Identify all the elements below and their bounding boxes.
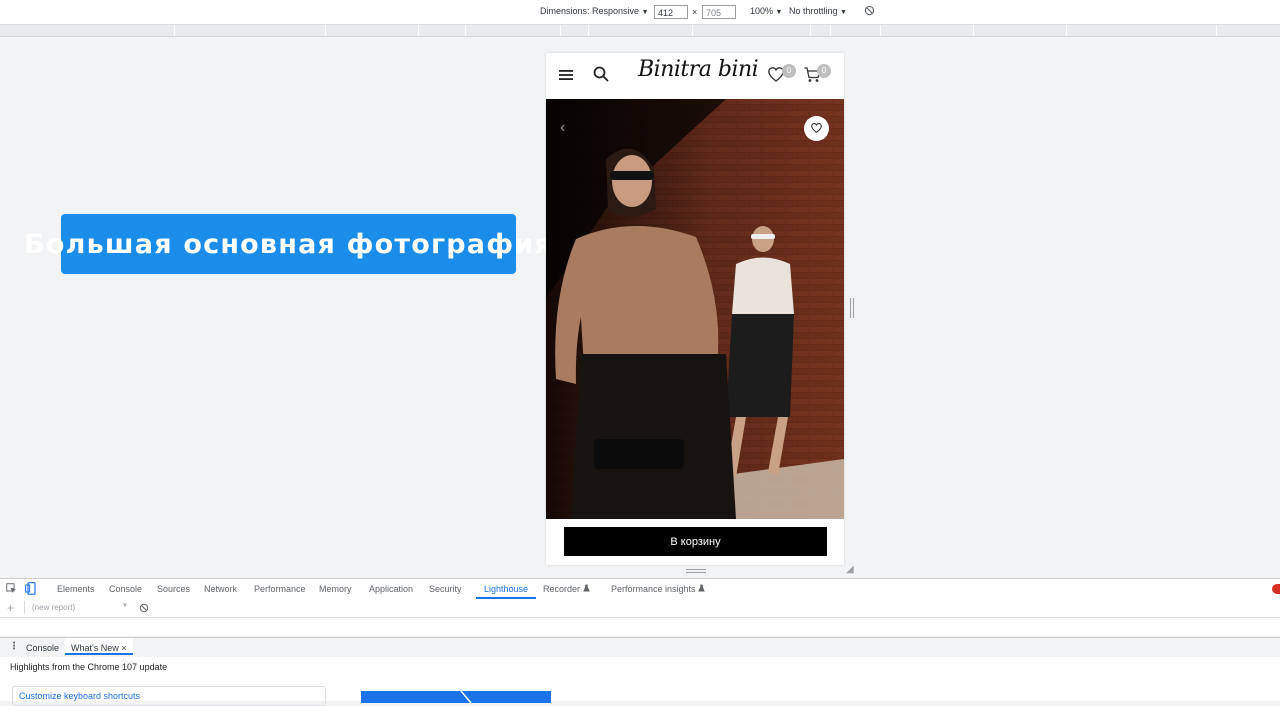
tab-console[interactable]: Console: [109, 584, 142, 594]
tab-elements[interactable]: Elements: [57, 584, 95, 594]
tab-security[interactable]: Security: [429, 584, 462, 594]
wishlist-count-badge: 0: [782, 64, 796, 78]
add-to-favorites-button[interactable]: [804, 116, 829, 141]
add-report-button[interactable]: +: [7, 601, 14, 615]
media-query-ruler[interactable]: [0, 25, 1280, 37]
toolbar-divider: [24, 601, 25, 614]
drawer-tab-whats-new-label: What's New: [71, 643, 119, 653]
viewport-resize-handle-right[interactable]: [850, 298, 854, 318]
feature-preview-image: [361, 691, 551, 703]
add-to-cart-button[interactable]: В корзину: [564, 527, 827, 556]
height-input[interactable]: 705: [702, 5, 736, 19]
chevron-down-icon: ▼: [840, 9, 847, 16]
chevron-left-icon[interactable]: ‹: [560, 119, 565, 137]
dimensions-dropdown[interactable]: Dimensions: Responsive ▼: [540, 6, 649, 16]
width-input[interactable]: 412: [654, 5, 688, 19]
dimensions-label: Dimensions: Responsive: [540, 6, 640, 16]
customize-shortcuts-link[interactable]: Customize keyboard shortcuts: [19, 691, 140, 701]
product-main-photo[interactable]: [546, 99, 844, 519]
site-header: Binitra bini 0 0: [546, 53, 844, 99]
brand-logo[interactable]: Binitra bini: [638, 57, 759, 82]
whats-new-panel: Highlights from the Chrome 107 update Cu…: [0, 657, 1280, 706]
more-options-icon[interactable]: ⋮: [9, 641, 19, 652]
drawer-tab-bar: ⋮ Console What's New ×: [0, 637, 1280, 658]
cart-count-badge: 0: [817, 64, 831, 78]
callout-text: Большая основная фотография: [24, 228, 553, 260]
rotate-icon[interactable]: [864, 5, 875, 18]
tab-recorder-label: Recorder: [543, 584, 581, 594]
heart-icon: [811, 120, 822, 138]
flask-icon: [582, 584, 590, 594]
menu-icon[interactable]: [559, 68, 573, 86]
throttling-dropdown[interactable]: No throttling ▼: [789, 6, 847, 16]
active-tab-indicator: [476, 597, 536, 599]
device-toolbar-icon[interactable]: [25, 582, 36, 597]
clear-report-icon[interactable]: [139, 603, 149, 615]
chevron-down-icon[interactable]: ▼: [122, 603, 128, 609]
tab-performance[interactable]: Performance: [254, 584, 306, 594]
annotation-callout: Большая основная фотография: [24, 214, 552, 274]
tab-memory[interactable]: Memory: [319, 584, 352, 594]
tab-performance-insights-label: Performance insights: [611, 584, 696, 594]
mobile-page: Binitra bini 0 0 ‹ В корзину: [546, 53, 844, 565]
tab-application[interactable]: Application: [369, 584, 413, 594]
tab-network[interactable]: Network: [204, 584, 237, 594]
search-icon[interactable]: [593, 66, 609, 87]
devtools-tab-bar: Elements Console Sources Network Perform…: [0, 578, 1280, 601]
times-separator: ×: [692, 7, 698, 17]
error-indicator-icon[interactable]: [1272, 584, 1280, 594]
tab-sources[interactable]: Sources: [157, 584, 190, 594]
throttling-label: No throttling: [789, 6, 838, 16]
tab-performance-insights[interactable]: Performance insights: [611, 584, 705, 594]
chevron-down-icon: ▼: [775, 9, 783, 16]
tab-lighthouse[interactable]: Lighthouse: [484, 584, 528, 594]
tab-recorder[interactable]: Recorder: [543, 584, 590, 594]
customize-shortcuts-card[interactable]: Customize keyboard shortcuts: [12, 686, 326, 706]
zoom-dropdown[interactable]: 100% ▼: [750, 6, 782, 16]
zoom-label: 100%: [750, 6, 774, 16]
lighthouse-toolbar: + (new report) ▼: [0, 600, 1280, 618]
drawer-tab-whats-new[interactable]: What's New ×: [65, 638, 133, 655]
inspect-element-icon[interactable]: [6, 583, 17, 596]
drawer-tab-console[interactable]: Console: [26, 643, 59, 653]
device-toolbar: Dimensions: Responsive ▼ 412 × 705 100% …: [0, 0, 1280, 25]
resize-corner-icon[interactable]: ◢: [846, 564, 854, 575]
viewport-resize-handle-bottom[interactable]: [686, 569, 706, 573]
close-icon[interactable]: ×: [121, 643, 126, 653]
highlights-heading: Highlights from the Chrome 107 update: [10, 662, 168, 672]
report-selector[interactable]: (new report): [32, 603, 75, 612]
chevron-down-icon: ▼: [641, 9, 649, 16]
lighthouse-panel: [0, 618, 1280, 636]
flask-icon: [698, 584, 705, 594]
